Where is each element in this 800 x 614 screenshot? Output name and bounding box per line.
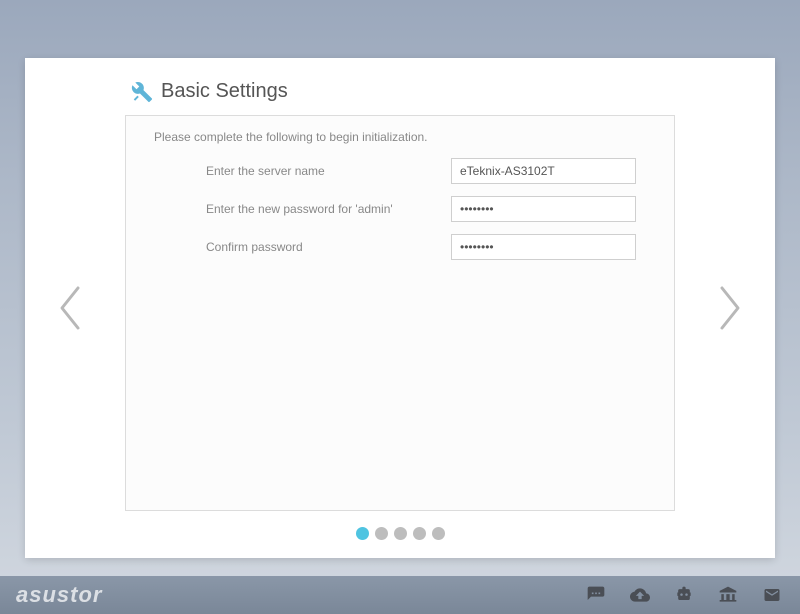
confirm-row: Confirm password: [146, 234, 654, 260]
wizard-content: Basic Settings Please complete the follo…: [115, 58, 685, 558]
pager-dot-2[interactable]: [394, 527, 407, 540]
pager-dot-1[interactable]: [375, 527, 388, 540]
page-title: Basic Settings: [161, 80, 288, 103]
brand-logo: asustor: [16, 582, 102, 608]
server-name-input[interactable]: [451, 158, 636, 184]
instruction-text: Please complete the following to begin i…: [154, 130, 654, 144]
step-pager: [125, 527, 675, 540]
server-name-row: Enter the server name: [146, 158, 654, 184]
password-row: Enter the new password for 'admin': [146, 196, 654, 222]
chevron-right-icon: [716, 284, 744, 332]
robot-icon[interactable]: [672, 585, 696, 605]
footer-bar: asustor: [0, 576, 800, 614]
password-input[interactable]: [451, 196, 636, 222]
cloud-icon[interactable]: [628, 585, 652, 605]
form-container: Please complete the following to begin i…: [125, 115, 675, 511]
password-label: Enter the new password for 'admin': [206, 202, 451, 216]
confirm-label: Confirm password: [206, 240, 451, 254]
feedback-icon[interactable]: [584, 585, 608, 605]
footer-icons: [584, 585, 784, 605]
mail-icon[interactable]: [760, 585, 784, 605]
pager-dot-3[interactable]: [413, 527, 426, 540]
bank-icon[interactable]: [716, 585, 740, 605]
chevron-left-icon: [56, 284, 84, 332]
confirm-input[interactable]: [451, 234, 636, 260]
tools-icon: [131, 81, 153, 103]
pager-dot-4[interactable]: [432, 527, 445, 540]
next-button[interactable]: [685, 58, 775, 558]
header: Basic Settings: [125, 80, 675, 103]
server-name-label: Enter the server name: [206, 164, 451, 178]
pager-dot-0[interactable]: [356, 527, 369, 540]
prev-button[interactable]: [25, 58, 115, 558]
wizard-panel: Basic Settings Please complete the follo…: [25, 58, 775, 558]
